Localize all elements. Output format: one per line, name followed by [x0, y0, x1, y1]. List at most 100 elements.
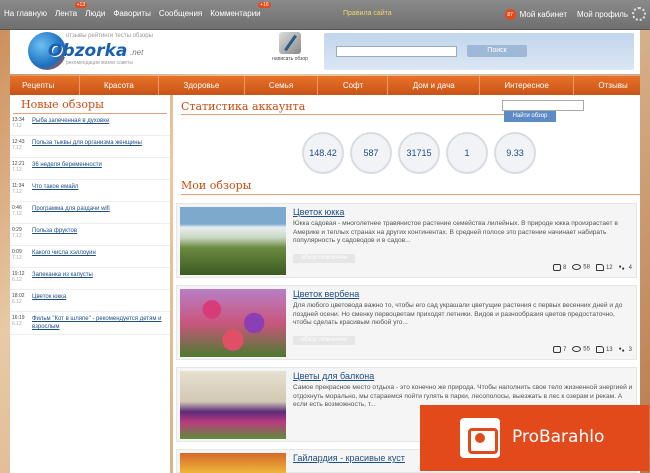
share-icon [619, 346, 627, 354]
item-link[interactable]: Польза тыквы для организма женщины [32, 139, 170, 154]
nav-comments[interactable]: Комментарии +16 [210, 2, 271, 18]
item-time: 18:02 6.12 [12, 293, 32, 308]
review-metrics: 8 58 12 4 [552, 263, 632, 272]
logo-wordmark: Obzorka [48, 41, 128, 61]
review-status-button[interactable]: обзор отключен [293, 254, 355, 263]
menu-soft[interactable]: Софт [343, 81, 363, 90]
write-review-button[interactable]: написать обзор [265, 32, 315, 62]
list-item: 11:34 7.12 Что такое емайл [10, 180, 170, 202]
probarahlo-banner[interactable]: ProBarahlo [420, 405, 649, 471]
notification-badge[interactable]: 87 [504, 9, 516, 20]
review-title-link[interactable]: Цветы для балкона [293, 371, 374, 381]
item-link[interactable]: Польза фруктов [32, 227, 170, 242]
top-nav-links: На главную Лента +13 Люди Фавориты Сообще… [4, 2, 271, 18]
menu-reviews[interactable]: Отзывы [598, 81, 627, 90]
item-time: 19:12 6.12 [12, 271, 32, 286]
stat-rating: 148.42 [302, 132, 344, 174]
thumbs-up-icon [595, 263, 604, 271]
my-reviews-title: Мои обзоры [181, 179, 252, 192]
menu-home-garden[interactable]: Дом и дача [413, 81, 455, 90]
review-photo[interactable] [180, 289, 286, 357]
review-status-button[interactable]: обзор отключен [293, 336, 355, 345]
list-item: 12:21 7.12 36 неделя беременности [10, 158, 170, 180]
item-link[interactable]: 36 неделя беременности [32, 161, 170, 176]
item-time: 0:29 7.12 [12, 227, 32, 242]
my-cabinet-link[interactable]: Мой кабинет [520, 10, 567, 19]
review-title-link[interactable]: Цветок вербена [293, 289, 359, 299]
find-review-button[interactable]: Найти обзор [504, 111, 556, 122]
list-item: 16:19 6.12 Фильм "Кот в шляпе" - рекоменду… [10, 312, 170, 335]
date-value: 7.12 [12, 167, 22, 173]
menu-interesting[interactable]: Интересное [504, 81, 548, 90]
menu-separator [479, 76, 481, 95]
review-metrics: 7 55 13 3 [552, 345, 632, 354]
review-photo[interactable] [180, 207, 286, 275]
logo-tagline: отзывы рейтинги тесты обзоры [66, 33, 153, 39]
nav-favorites[interactable]: Фавориты [113, 9, 150, 18]
item-link[interactable]: Что такое емайл [32, 183, 170, 198]
item-link[interactable]: Какого числа хэллоуин [32, 249, 170, 264]
stat-score: 9.33 [494, 132, 536, 174]
find-review-input[interactable] [502, 100, 584, 111]
comments-badge: +16 [258, 2, 271, 8]
menu-health[interactable]: Здоровье [184, 81, 220, 90]
banner-label: ProBarahlo [512, 427, 605, 447]
item-link[interactable]: Фильм "Кот в шляпе" - рекомендуется детя… [32, 315, 170, 331]
review-photo[interactable] [180, 371, 286, 439]
nav-people[interactable]: Люди [85, 9, 105, 18]
menu-beauty[interactable]: Красота [104, 81, 134, 90]
menu-family[interactable]: Семья [269, 81, 293, 90]
new-reviews-sidebar: Новые обзоры 13:34 7.12 Рыба запеченная в … [10, 95, 170, 473]
views-value: 58 [583, 264, 590, 271]
item-link[interactable]: Программа для раздачи wifi [32, 205, 170, 220]
date-value: 7.12 [12, 233, 22, 239]
nav-feed[interactable]: Лента +13 [54, 2, 88, 18]
menu-separator [78, 76, 80, 95]
shares-value: 3 [628, 347, 632, 353]
shares-count: 4 [619, 264, 632, 272]
date-value: 6.12 [12, 277, 22, 283]
search-button[interactable]: Поиск [467, 45, 527, 57]
thumbs-up-icon [595, 345, 604, 353]
review-title-link[interactable]: Гайлардия - красивые куст [293, 453, 405, 463]
search-input[interactable] [336, 46, 457, 57]
views-count: 55 [572, 346, 590, 353]
comment-icon [552, 345, 561, 353]
list-item: 0:09 7.12 Какого числа хэллоуин [10, 246, 170, 268]
menu-separator [387, 76, 389, 95]
probarahlo-logo-icon [460, 418, 500, 458]
date-value: 7.12 [12, 123, 22, 129]
nav-messages[interactable]: Сообщения [159, 9, 202, 18]
nav-home[interactable]: На главную [4, 9, 47, 18]
list-item: 19:12 6.12 Запеканка из капусты [10, 268, 170, 290]
pen-icon [279, 32, 301, 54]
nav-feed-label: Лента [54, 9, 78, 18]
menu-separator [317, 76, 319, 95]
list-item: 0:46 7.12 Программа для раздачи wifi [10, 202, 170, 224]
divider [181, 194, 640, 195]
site-logo[interactable]: отзывы рейтинги тесты обзоры Obzorka .ne… [26, 32, 176, 72]
comment-icon [552, 263, 561, 271]
category-menu: Рецепты Красота Здоровье Семья Софт Дом … [10, 76, 640, 95]
review-title-link[interactable]: Цветок юкка [293, 207, 344, 217]
item-time: 12:43 7.12 [12, 139, 32, 154]
date-value: 6.12 [12, 299, 22, 305]
gear-icon[interactable] [632, 7, 646, 21]
share-icon [619, 264, 627, 272]
list-item: 0:29 7.12 Польза фруктов [10, 224, 170, 246]
item-link[interactable]: Запеканка из капусты [32, 271, 170, 286]
logo-subtitle: рекомендации жизни советы [66, 60, 133, 66]
menu-recipes[interactable]: Рецепты [22, 81, 54, 90]
item-link[interactable]: Рыба запеченная в духовке [32, 117, 170, 132]
likes-count: 13 [595, 345, 613, 353]
my-profile-link[interactable]: Мой профиль [577, 10, 628, 19]
item-time: 12:21 7.12 [12, 161, 32, 176]
user-links: 87 Мой кабинет Мой профиль [504, 9, 628, 20]
date-value: 7.12 [12, 211, 22, 217]
item-time: 0:46 7.12 [12, 205, 32, 220]
review-photo[interactable] [180, 453, 286, 473]
site-rules-link[interactable]: Правила сайта [343, 10, 392, 17]
item-link[interactable]: Цветок юкка [32, 293, 170, 308]
stats-title: Статистика аккаунта [181, 100, 306, 113]
review-excerpt: Для любого цветовода важно то, чтобы его… [293, 302, 623, 326]
